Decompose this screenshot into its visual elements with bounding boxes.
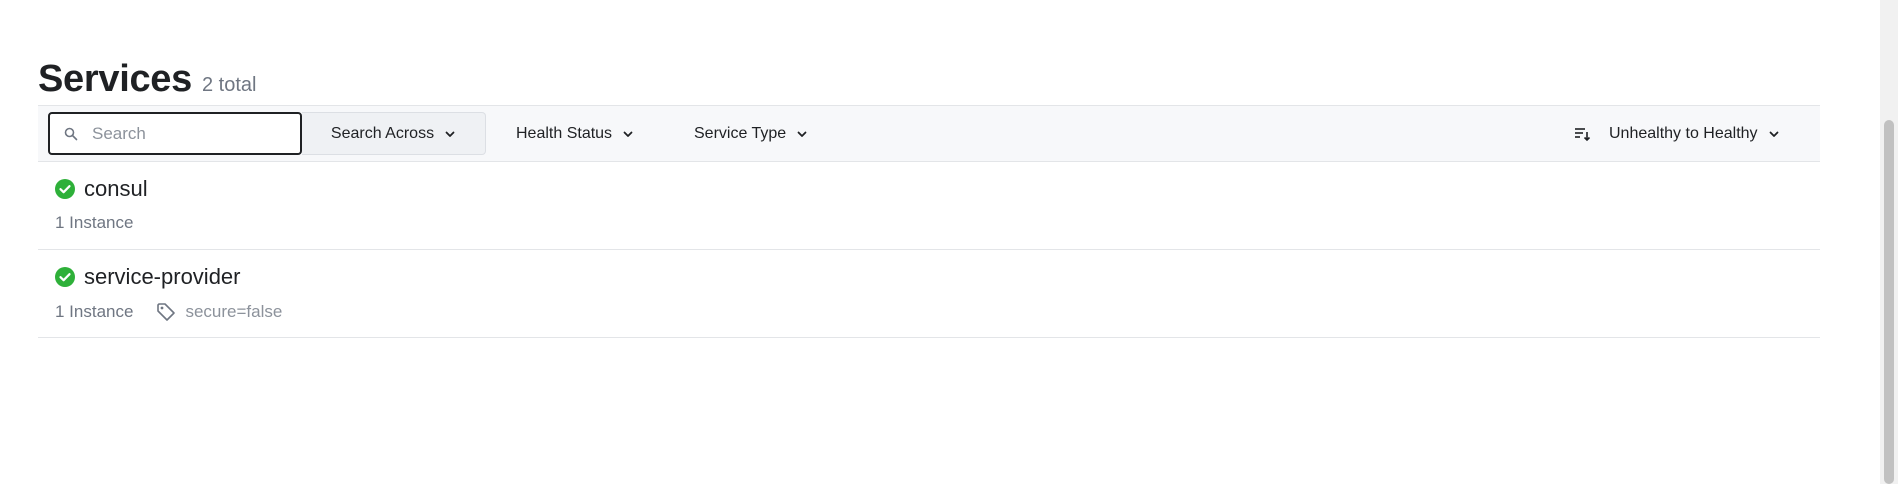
service-type-label: Service Type [694,124,787,142]
service-name-line: service-provider [55,264,241,290]
health-status-label: Health Status [516,124,613,142]
page-header: Services 2 total [38,58,256,101]
chevron-down-icon [622,128,634,140]
service-count: 2 total [201,74,257,96]
filter-toolbar: Search Across Health Status Service Type [38,105,1820,162]
service-row-service-provider[interactable]: service-provider 1 Instance secure=false [38,250,1820,338]
service-row-consul[interactable]: consul 1 Instance [38,162,1820,250]
service-list: consul 1 Instance service-provider 1 Ins… [38,162,1820,338]
sort-dropdown[interactable]: Unhealthy to Healthy [1573,112,1780,155]
service-type-dropdown[interactable]: Service Type [694,112,808,155]
tag-label: secure=false [185,302,283,321]
instance-count: 1 Instance [55,213,134,232]
search-across-label: Search Across [330,124,435,142]
service-meta: 1 Instance [55,213,133,233]
service-name[interactable]: consul [84,176,148,202]
search-input[interactable] [92,123,292,144]
service-name[interactable]: service-provider [84,264,241,290]
tag-icon [157,303,176,321]
page-title: Services [38,58,192,100]
search-icon [64,125,82,143]
health-status-dropdown[interactable]: Health Status [516,112,634,155]
check-circle-icon [55,179,75,199]
service-tag: secure=false [155,301,282,323]
check-circle-icon [55,267,75,287]
sort-label: Unhealthy to Healthy [1609,124,1758,142]
service-meta: 1 Instance secure=false [55,301,282,323]
search-across-dropdown[interactable]: Search Across [302,112,486,155]
scrollbar-thumb[interactable] [1884,120,1894,484]
service-name-line: consul [55,176,148,202]
chevron-down-icon [796,128,808,140]
search-field[interactable] [48,112,302,155]
instance-count: 1 Instance [55,302,134,321]
chevron-down-icon [1768,128,1780,140]
sort-icon [1573,125,1591,143]
services-page: Services 2 total Search Across Health St… [0,0,1898,484]
chevron-down-icon [444,128,456,140]
